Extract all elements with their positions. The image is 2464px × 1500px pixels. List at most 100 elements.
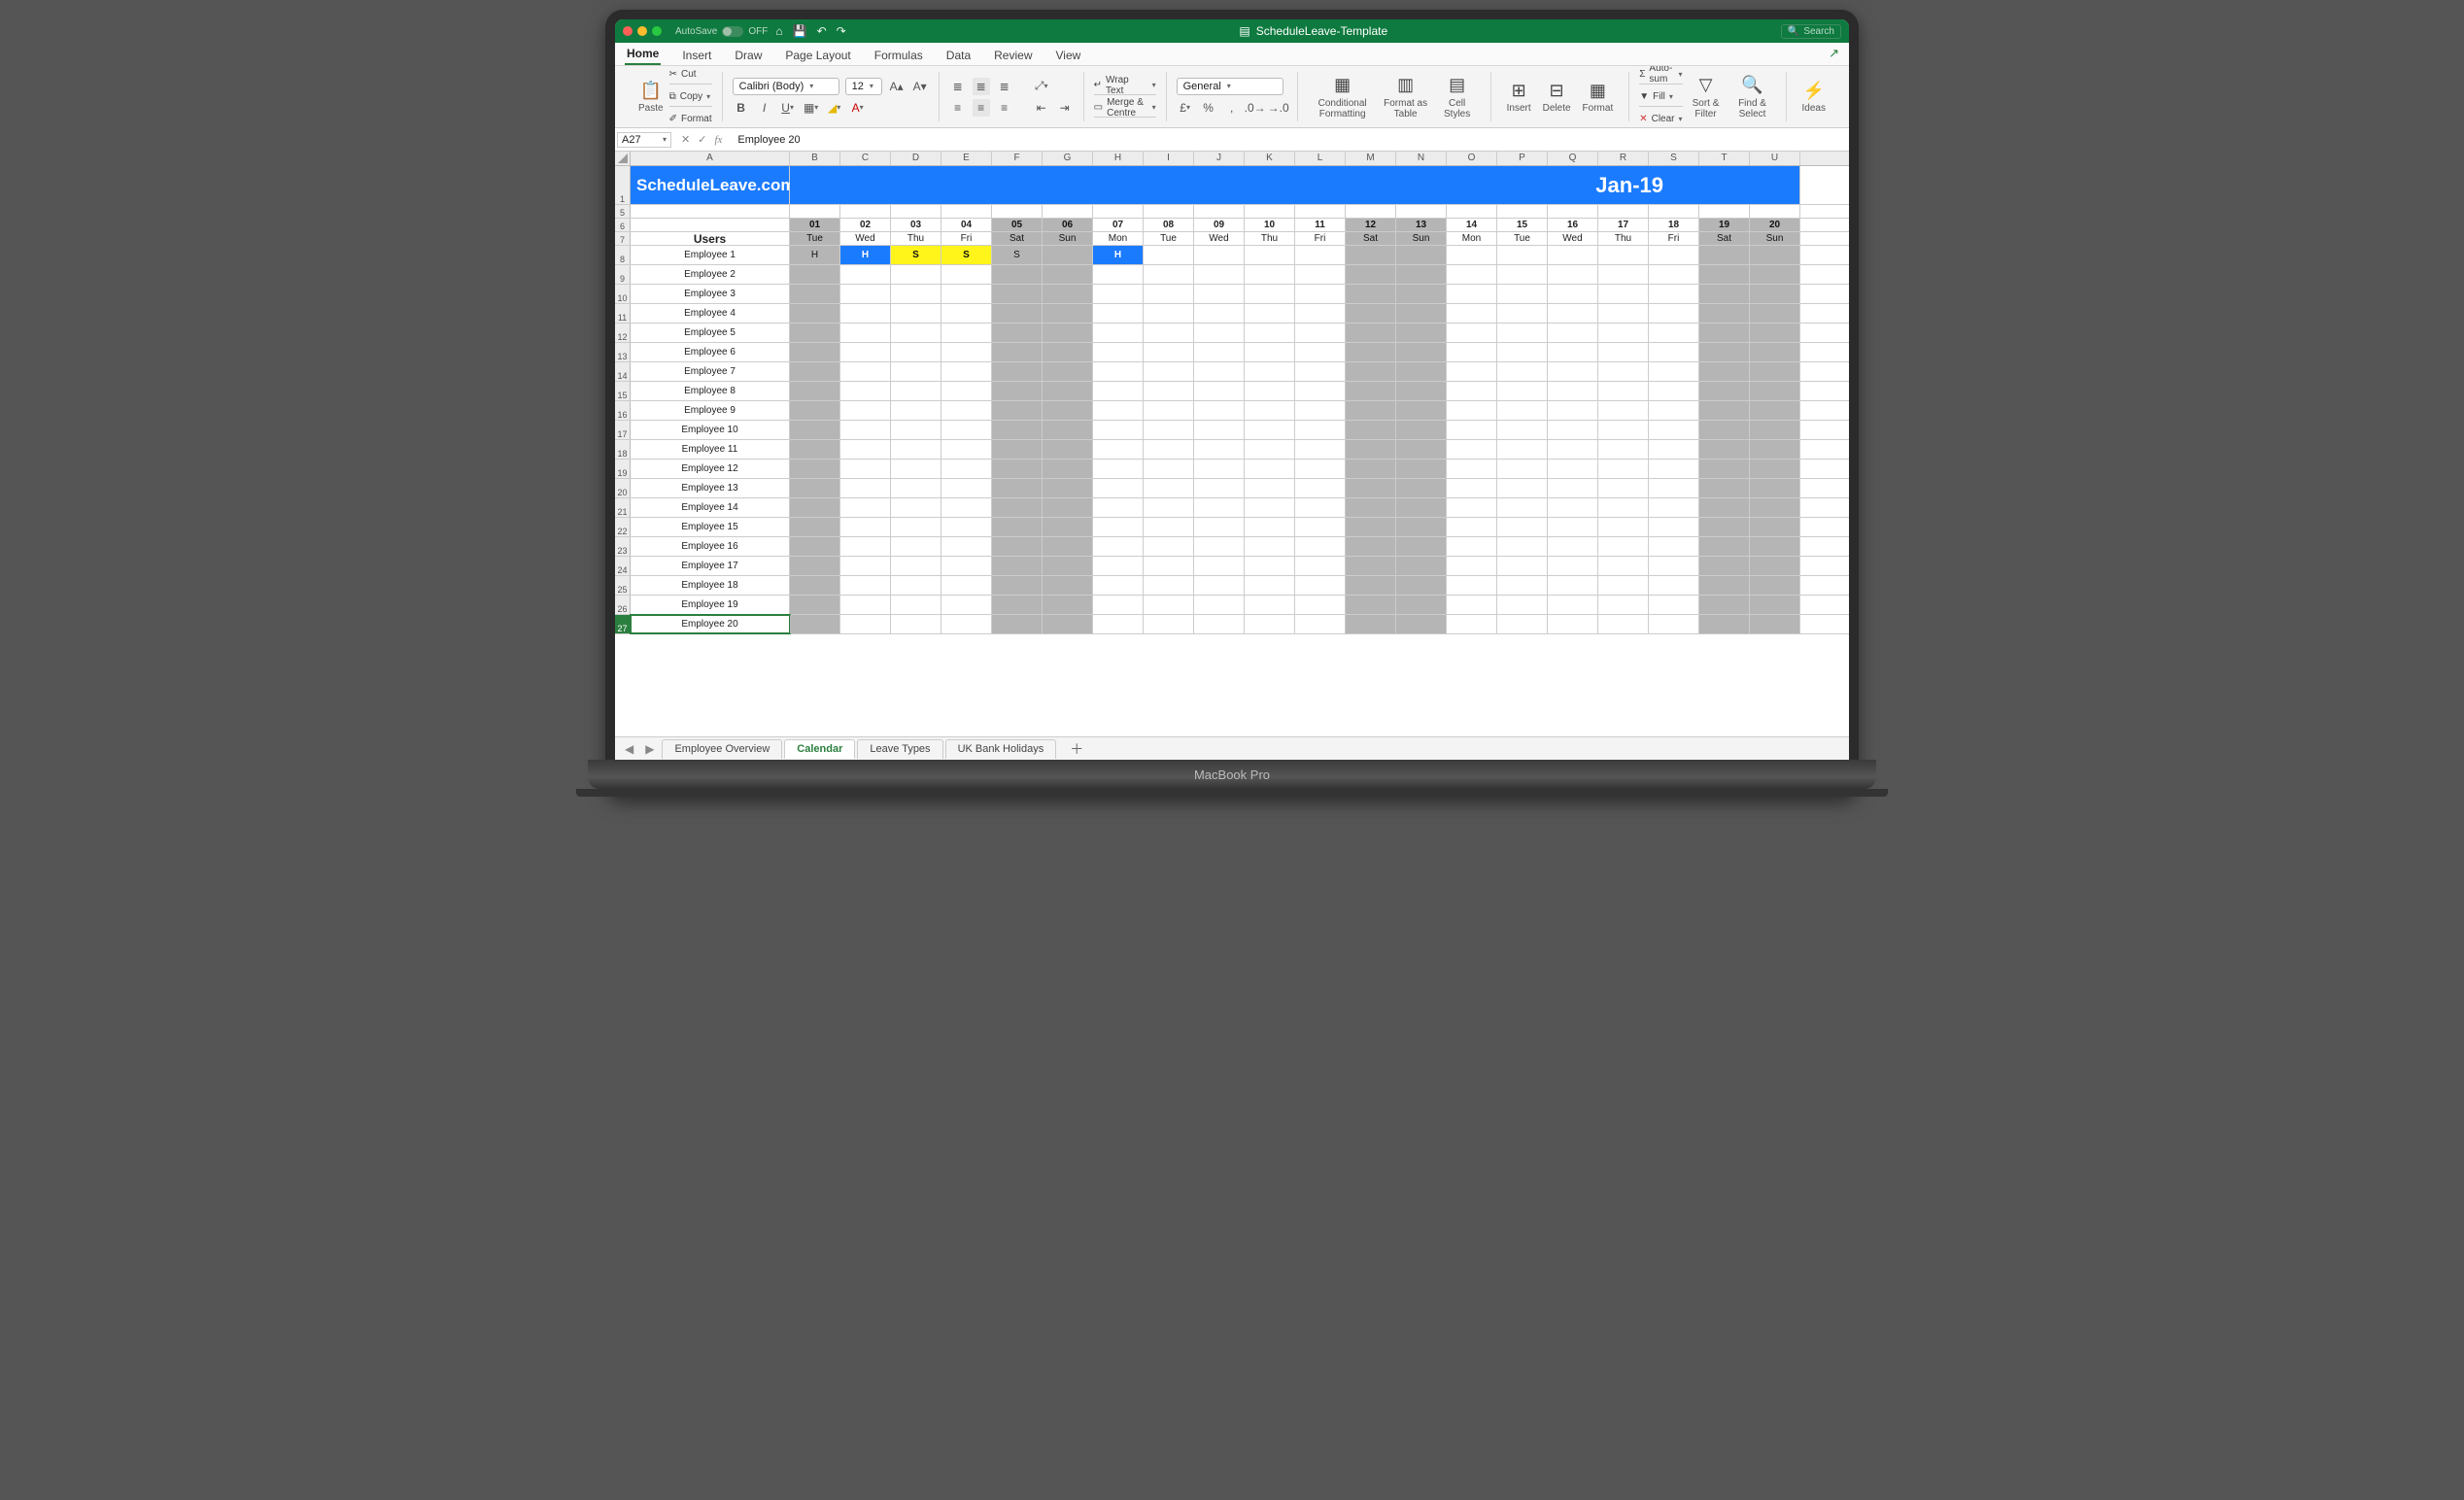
cell[interactable] xyxy=(1649,382,1699,400)
cell[interactable] xyxy=(1548,537,1598,556)
cell[interactable] xyxy=(1043,518,1093,536)
cell[interactable] xyxy=(1649,362,1699,381)
clear-button[interactable]: ✕Clear▾ xyxy=(1639,110,1682,129)
cell[interactable]: Employee 3 xyxy=(631,285,790,303)
cell[interactable] xyxy=(1396,324,1447,342)
cell[interactable] xyxy=(1598,205,1649,218)
cell[interactable] xyxy=(1144,537,1194,556)
cell[interactable] xyxy=(1346,401,1396,420)
cell[interactable] xyxy=(1245,557,1295,575)
cell[interactable] xyxy=(1093,205,1144,218)
cell[interactable] xyxy=(1245,440,1295,459)
cell[interactable] xyxy=(1447,440,1497,459)
cell[interactable] xyxy=(1346,615,1396,633)
cell[interactable]: 05 xyxy=(992,219,1043,231)
cell[interactable] xyxy=(1548,285,1598,303)
select-all-corner[interactable] xyxy=(615,152,631,165)
cell[interactable] xyxy=(1093,518,1144,536)
cell[interactable]: Employee 18 xyxy=(631,576,790,595)
cell[interactable] xyxy=(1396,460,1447,478)
cell[interactable] xyxy=(1093,596,1144,614)
cell[interactable] xyxy=(1396,537,1447,556)
ribbon-tab-review[interactable]: Review xyxy=(992,46,1034,65)
cell[interactable] xyxy=(1598,460,1649,478)
cell[interactable] xyxy=(1750,265,1800,284)
row-header[interactable]: 23 xyxy=(615,537,631,556)
cell[interactable] xyxy=(992,498,1043,517)
cell[interactable] xyxy=(1750,421,1800,439)
cell[interactable] xyxy=(840,518,891,536)
cell[interactable] xyxy=(1649,596,1699,614)
cell[interactable] xyxy=(1043,324,1093,342)
cell[interactable]: Wed xyxy=(840,232,891,245)
increase-decimal-icon[interactable]: .0→ xyxy=(1247,99,1264,117)
cell[interactable] xyxy=(1649,460,1699,478)
row-header[interactable]: 18 xyxy=(615,440,631,459)
cell[interactable] xyxy=(1447,382,1497,400)
cell[interactable] xyxy=(1396,362,1447,381)
cell[interactable] xyxy=(1598,246,1649,264)
underline-button[interactable]: U▾ xyxy=(779,99,797,117)
cell[interactable]: 19 xyxy=(1699,219,1750,231)
cell[interactable] xyxy=(891,498,941,517)
format-cells-button[interactable]: ▦Format xyxy=(1577,80,1620,114)
cell[interactable] xyxy=(1245,324,1295,342)
row-header[interactable]: 11 xyxy=(615,304,631,323)
cell[interactable] xyxy=(992,324,1043,342)
cell[interactable] xyxy=(941,343,992,361)
cell[interactable] xyxy=(1699,596,1750,614)
cell[interactable] xyxy=(1396,576,1447,595)
cell[interactable] xyxy=(1043,615,1093,633)
fx-icon[interactable]: fx xyxy=(714,134,722,146)
merge-centre-button[interactable]: ▭Merge & Centre▾ xyxy=(1094,98,1156,118)
paste-button[interactable]: 📋 Paste xyxy=(633,80,669,114)
row-header[interactable]: 7 xyxy=(615,232,631,245)
cell[interactable] xyxy=(891,362,941,381)
column-header[interactable]: G xyxy=(1043,152,1093,165)
cell[interactable] xyxy=(1598,479,1649,497)
cell[interactable] xyxy=(1750,460,1800,478)
cell[interactable] xyxy=(840,362,891,381)
cell[interactable] xyxy=(1194,576,1245,595)
cell[interactable] xyxy=(1194,343,1245,361)
cell[interactable] xyxy=(840,304,891,323)
cell[interactable] xyxy=(1295,557,1346,575)
cell[interactable]: Sun xyxy=(1750,232,1800,245)
cell[interactable] xyxy=(1346,421,1396,439)
cell[interactable] xyxy=(891,285,941,303)
cell[interactable]: Employee 20 xyxy=(631,615,790,633)
cell[interactable] xyxy=(1396,518,1447,536)
autosave-toggle[interactable] xyxy=(722,26,743,37)
cut-button[interactable]: ✂Cut xyxy=(669,65,712,85)
cell[interactable] xyxy=(1396,596,1447,614)
cell[interactable] xyxy=(992,537,1043,556)
cell-styles-button[interactable]: ▤Cell Styles xyxy=(1434,75,1481,119)
cell[interactable] xyxy=(1497,382,1548,400)
cell[interactable]: 16 xyxy=(1548,219,1598,231)
cell[interactable] xyxy=(1043,479,1093,497)
row-header[interactable]: 15 xyxy=(615,382,631,400)
cell[interactable] xyxy=(1194,265,1245,284)
cell[interactable]: ScheduleLeave.com xyxy=(631,166,790,204)
cell[interactable] xyxy=(1194,537,1245,556)
cell[interactable] xyxy=(941,460,992,478)
copy-button[interactable]: ⧉Copy▾ xyxy=(669,87,712,107)
cell[interactable] xyxy=(1750,304,1800,323)
cell[interactable] xyxy=(840,265,891,284)
align-center-icon[interactable]: ≡ xyxy=(973,99,990,117)
confirm-formula-icon[interactable]: ✓ xyxy=(698,133,706,146)
cell[interactable] xyxy=(1649,205,1699,218)
cell[interactable] xyxy=(1346,557,1396,575)
cell[interactable]: Employee 1 xyxy=(631,246,790,264)
cell[interactable] xyxy=(891,265,941,284)
cell[interactable] xyxy=(1447,576,1497,595)
cell[interactable] xyxy=(840,615,891,633)
sheet-tab[interactable]: Calendar xyxy=(784,739,855,759)
cell[interactable] xyxy=(992,382,1043,400)
cell[interactable] xyxy=(992,285,1043,303)
cell[interactable] xyxy=(1649,498,1699,517)
row-header[interactable]: 12 xyxy=(615,324,631,342)
cell[interactable] xyxy=(1699,557,1750,575)
cell[interactable] xyxy=(1699,479,1750,497)
cell[interactable] xyxy=(1043,343,1093,361)
